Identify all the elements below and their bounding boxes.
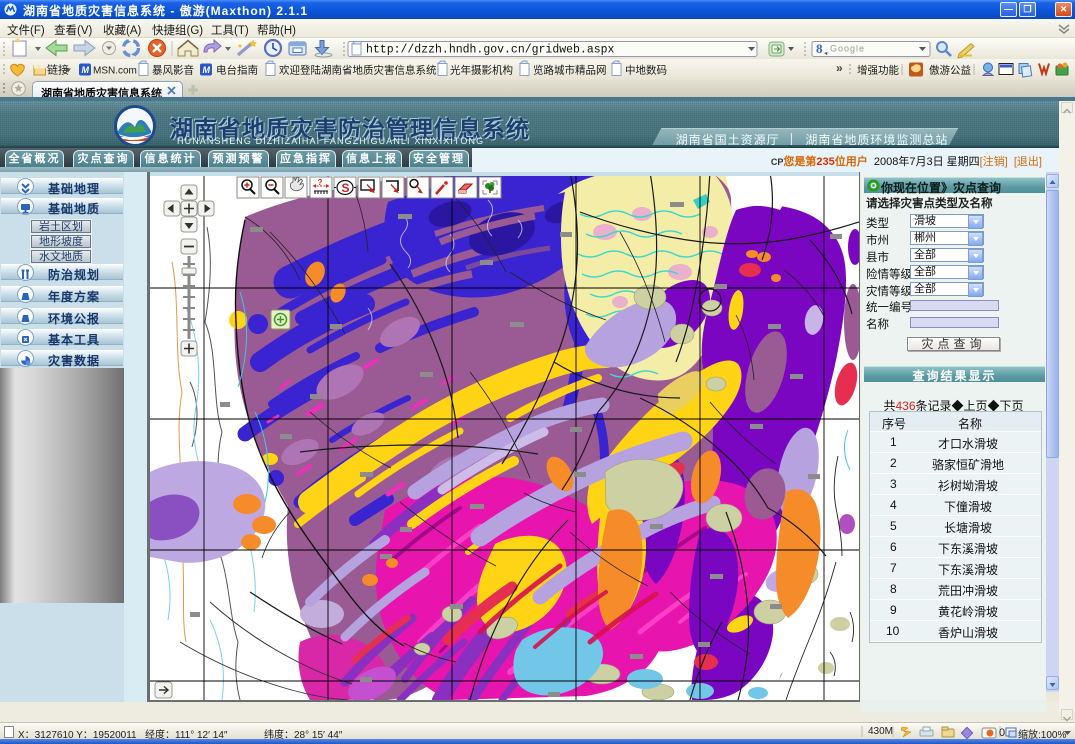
svg-text:欢迎登陆湖南省地质灾害信息系统: 欢迎登陆湖南省地质灾害信息系统 [279,64,437,77]
svg-text:?: ? [318,178,323,187]
svg-text:http://dzzh.hndh.gov.cn/gridwe: http://dzzh.hndh.gov.cn/gridweb.aspx [366,44,615,57]
svg-text:增强功能: 增强功能 [857,64,899,77]
svg-text:链接: 链接 [47,63,69,77]
svg-text:览路城市精品网: 览路城市精品网 [533,64,607,77]
svg-text:暴风影音: 暴风影音 [152,64,194,77]
svg-text:0: 0 [999,727,1005,739]
svg-text:Google: Google [830,44,865,54]
svg-text:电台指南: 电台指南 [216,64,258,77]
svg-text:8: 8 [816,41,823,56]
svg-text:»: » [836,61,843,75]
svg-text:MSN.com: MSN.com [93,66,137,77]
svg-text:M: M [82,65,90,75]
svg-text:M: M [203,65,211,75]
svg-text:中地数码: 中地数码 [625,64,667,77]
svg-text:光年摄影机构: 光年摄影机构 [450,64,513,77]
svg-text:傲游公益: 傲游公益 [929,64,971,77]
svg-text:S: S [342,181,350,195]
